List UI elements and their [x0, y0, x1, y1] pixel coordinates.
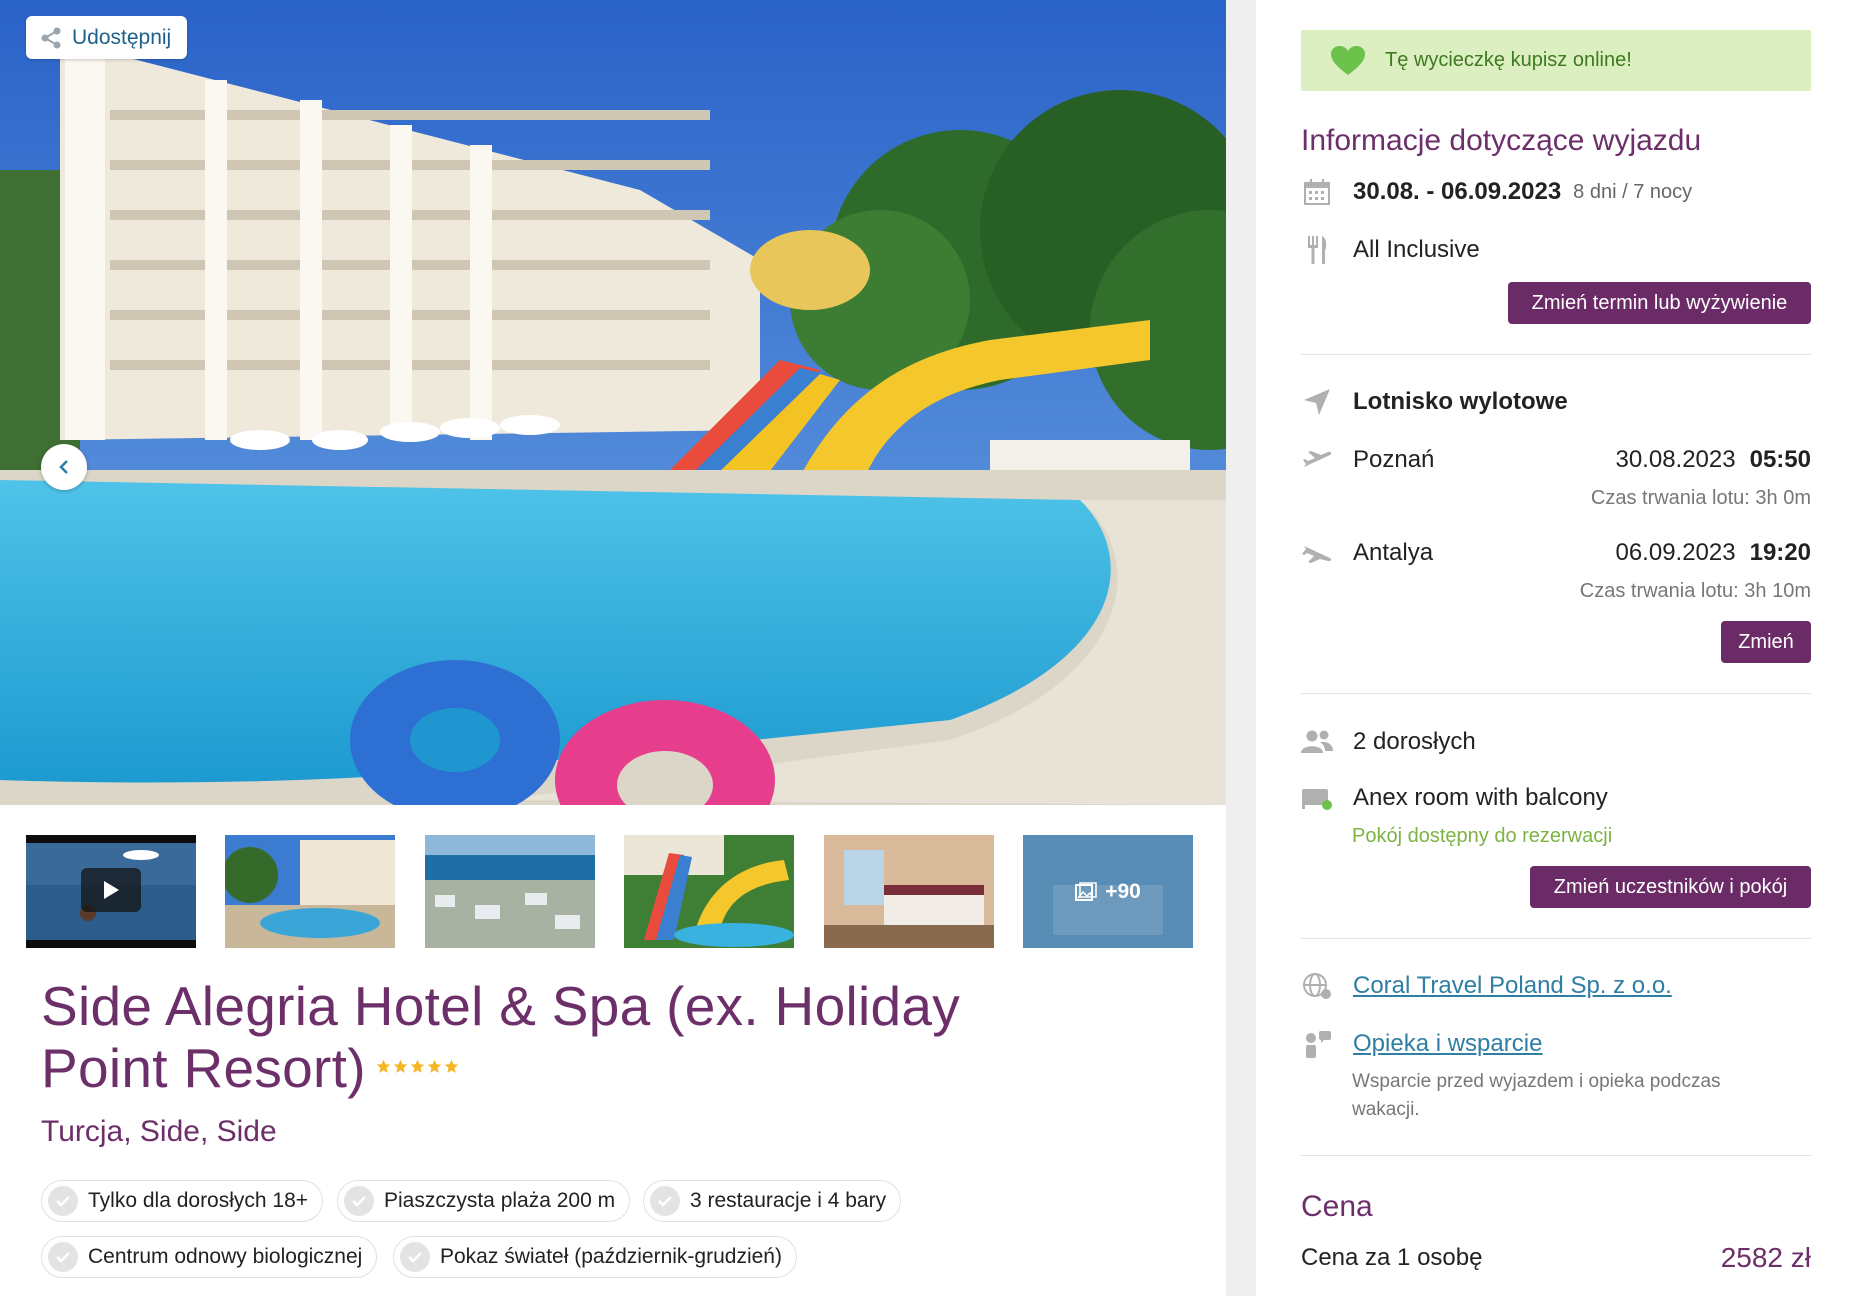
price-row: Cena za 1 osobę 2582 zł — [1301, 1242, 1811, 1274]
divider — [1301, 693, 1811, 694]
support-link[interactable]: Opieka i wsparcie — [1353, 1030, 1542, 1058]
price-label: Cena za 1 osobę — [1301, 1244, 1483, 1271]
heart-icon — [1331, 45, 1365, 75]
divider — [1301, 354, 1811, 355]
divider — [1301, 938, 1811, 939]
more-photos-count: +90 — [1105, 879, 1141, 903]
people-icon — [1301, 726, 1333, 758]
plane-landing-icon — [1301, 537, 1333, 569]
trip-duration: 8 dni / 7 nocy — [1573, 180, 1693, 203]
participants-count: 2 dorosłych — [1353, 728, 1476, 755]
outbound-duration: Czas trwania lotu: 3h 0m — [1590, 487, 1811, 509]
check-icon — [48, 1186, 78, 1216]
feature-chip: 3 restauracje i 4 bary — [643, 1180, 902, 1222]
hotel-location: Turcja, Side, Side — [41, 1115, 277, 1148]
support-agent-icon — [1301, 1028, 1333, 1060]
hotel-stars — [376, 1059, 459, 1074]
feature-chip: Tylko dla dorosłych 18+ — [41, 1180, 324, 1222]
participants-row: 2 dorosłych — [1301, 726, 1811, 758]
price-title: Cena — [1301, 1190, 1373, 1223]
star-icon — [444, 1059, 459, 1073]
operator-link[interactable]: Coral Travel Poland Sp. z o.o. — [1353, 972, 1672, 1000]
bed-icon — [1301, 782, 1333, 814]
check-icon — [48, 1242, 78, 1272]
thumbnail-video[interactable] — [26, 835, 196, 948]
banner-text: Tę wycieczkę kupisz online! — [1385, 49, 1632, 71]
hotel-name: Side Alegria Hotel & Spa (ex. Holiday Po… — [41, 975, 961, 1099]
outbound-date: 30.08.2023 — [1615, 446, 1736, 473]
check-icon — [344, 1186, 374, 1216]
hotel-main-column: Udostępnij +90 Side Alegria Hotel & Spa … — [0, 0, 1226, 1296]
thumbnail-photo[interactable] — [425, 835, 595, 948]
inbound-flight-row: Antalya 06.09.2023 19:20 — [1301, 537, 1811, 569]
feature-chip: Pokaz świateł (październik-grudzień) — [393, 1236, 797, 1278]
inbound-time: 19:20 — [1749, 539, 1811, 566]
star-icon — [376, 1059, 391, 1073]
outbound-flight-row: Poznań 30.08.2023 05:50 — [1301, 444, 1811, 476]
star-icon — [410, 1059, 425, 1073]
room-type: Anex room with balcony — [1353, 784, 1608, 811]
hero-photo[interactable]: Udostępnij — [0, 0, 1226, 805]
outbound-city: Poznań — [1353, 446, 1435, 473]
gallery-thumbnails: +90 — [26, 835, 1196, 948]
support-description: Wsparcie przed wyjazdem i opieka podczas… — [1352, 1071, 1721, 1120]
trip-dates: 30.08. - 06.09.2023 — [1353, 178, 1562, 205]
inbound-date: 06.09.2023 — [1615, 539, 1736, 566]
star-icon — [427, 1059, 442, 1073]
airport-title-row: Lotnisko wylotowe — [1301, 386, 1811, 418]
room-availability: Pokój dostępny do rezerwacji — [1352, 825, 1613, 847]
thumbnail-photo[interactable] — [824, 835, 994, 948]
navigation-arrow-icon — [1301, 386, 1333, 418]
share-label: Udostępnij — [72, 25, 172, 49]
column-divider — [1226, 0, 1256, 1296]
outbound-time: 05:50 — [1749, 446, 1811, 473]
hotel-title: Side Alegria Hotel & Spa (ex. Holiday Po… — [41, 975, 1041, 1099]
star-icon — [393, 1059, 408, 1073]
change-participants-button[interactable]: Zmień uczestników i pokój — [1530, 866, 1811, 908]
share-icon — [41, 27, 61, 48]
airport-title: Lotnisko wylotowe — [1353, 388, 1568, 415]
operator-row: Coral Travel Poland Sp. z o.o. — [1301, 970, 1811, 1002]
plane-takeoff-icon — [1301, 444, 1333, 476]
thumbnail-photo[interactable] — [225, 835, 395, 948]
share-button[interactable]: Udostępnij — [26, 16, 188, 59]
change-flight-button[interactable]: Zmień — [1721, 621, 1811, 663]
globe-icon — [1301, 970, 1333, 1002]
trip-dates-row: 30.08. - 06.09.2023 8 dni / 7 nocy — [1301, 176, 1811, 208]
booking-sidebar: Tę wycieczkę kupisz online! Informacje d… — [1256, 0, 1858, 1296]
thumbnail-more[interactable]: +90 — [1023, 835, 1193, 948]
board-type: All Inclusive — [1353, 236, 1480, 263]
play-icon — [81, 868, 141, 912]
board-row: All Inclusive — [1301, 234, 1811, 266]
feature-chip: Centrum odnowy biologicznej — [41, 1236, 378, 1278]
thumbnail-photo[interactable] — [624, 835, 794, 948]
divider — [1301, 1155, 1811, 1156]
inbound-duration: Czas trwania lotu: 3h 10m — [1579, 580, 1811, 602]
chevron-left-icon — [59, 460, 68, 474]
room-row: Anex room with balcony — [1301, 782, 1811, 814]
check-icon — [400, 1242, 430, 1272]
gallery-prev-button[interactable] — [41, 444, 87, 490]
calendar-icon — [1301, 176, 1333, 208]
support-row: Opieka i wsparcie — [1301, 1028, 1811, 1060]
change-term-button[interactable]: Zmień termin lub wyżywienie — [1508, 282, 1811, 324]
price-value: 2582 zł — [1720, 1242, 1811, 1273]
cutlery-icon — [1301, 234, 1333, 266]
inbound-city: Antalya — [1353, 539, 1434, 566]
online-purchase-banner: Tę wycieczkę kupisz online! — [1301, 30, 1811, 91]
check-icon — [650, 1186, 680, 1216]
trip-info-title: Informacje dotyczące wyjazdu — [1301, 124, 1702, 157]
gallery-icon — [1075, 881, 1097, 901]
feature-chip: Piaszczysta plaża 200 m — [337, 1180, 631, 1222]
